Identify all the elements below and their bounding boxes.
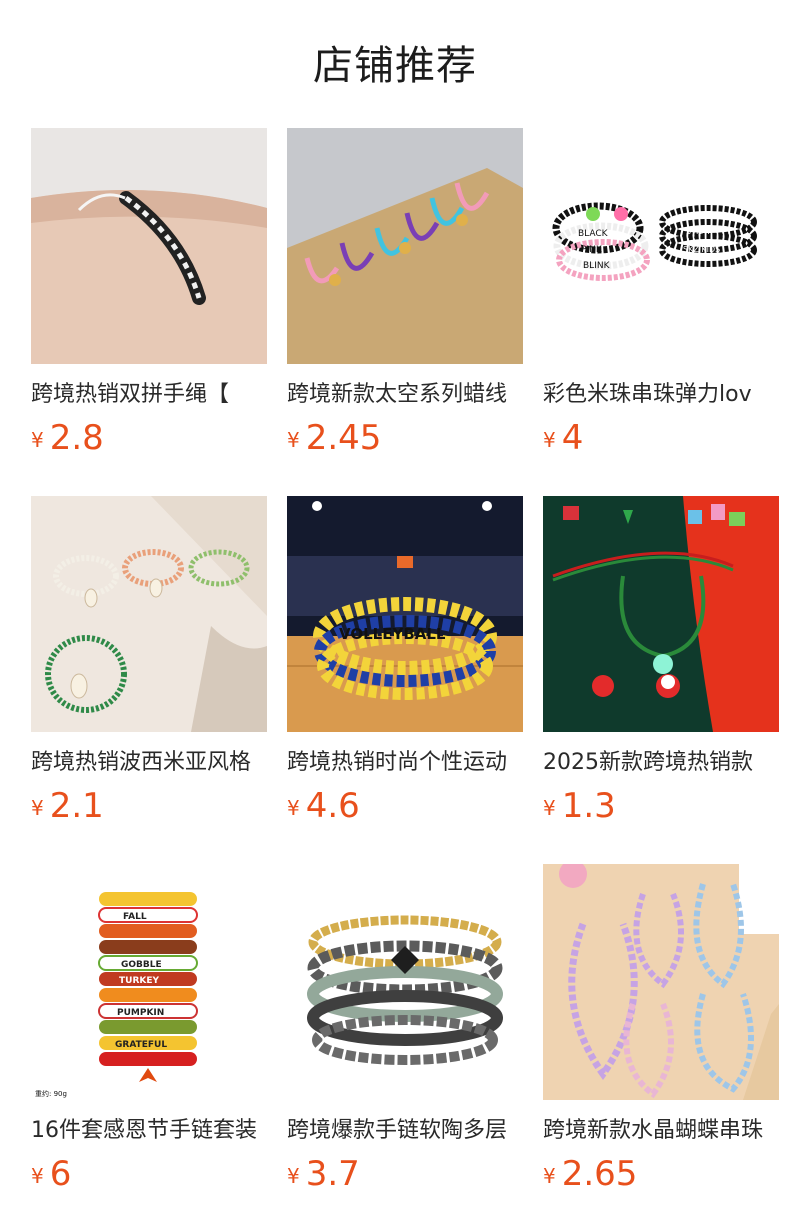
product-price: ¥1.3 [543, 786, 779, 826]
product-name[interactable]: 跨境新款太空系列蜡线 [287, 380, 523, 410]
price-amount: 2.8 [49, 418, 104, 458]
product-image-shell-bohemian-bracelets[interactable] [31, 496, 267, 732]
product-card[interactable]: 跨境热销双拼手绳【 ¥2.8 [31, 128, 267, 464]
product-name[interactable]: 16件套感恩节手链套装 [31, 1116, 267, 1146]
weight-label: 重约: 90g [35, 1089, 67, 1098]
product-name[interactable]: 彩色米珠串珠弹力lov [543, 380, 779, 410]
currency-symbol: ¥ [31, 796, 44, 820]
product-price: ¥2.1 [31, 786, 267, 826]
price-amount: 2.65 [561, 1154, 638, 1194]
currency-symbol: ¥ [287, 1164, 300, 1188]
product-name[interactable]: 跨境热销波西米亚风格 [31, 748, 267, 778]
product-image-letter-bead-bracelets[interactable]: BLACK PINK BLINK STRAY SKZ KIDS [543, 128, 779, 364]
product-card[interactable]: FALL GOBBLE TURKEY PUMPKIN GRATEFUL 重约: … [31, 864, 267, 1200]
product-price: ¥4.6 [287, 786, 523, 826]
product-price: ¥2.45 [287, 418, 523, 458]
product-card[interactable]: 跨境热销波西米亚风格 ¥2.1 [31, 496, 267, 832]
bead-word: GOBBLE [121, 960, 162, 970]
product-card[interactable]: 跨境爆款手链软陶多层 ¥3.7 [287, 864, 523, 1200]
store-recommendations-page: 店铺推荐 跨境热销双拼手绳【 ¥2.8 跨境新款太空系列蜡线 ¥ 2.45 BL… [0, 0, 790, 1232]
price-amount: 2.1 [49, 786, 104, 826]
product-name[interactable]: 跨境爆款手链软陶多层 [287, 1116, 523, 1146]
product-image-colorful-cord-bracelets[interactable] [287, 128, 523, 364]
currency-symbol: ¥ [543, 428, 556, 452]
bead-word: BLACK [578, 229, 609, 239]
product-image-christmas-cord-bracelet[interactable] [543, 496, 779, 732]
product-card[interactable]: VOLLEYBALL 跨境热销时尚个性运动 ¥4.6 [287, 496, 523, 832]
product-image-thanksgiving-bracelet-stack[interactable]: FALL GOBBLE TURKEY PUMPKIN GRATEFUL 重约: … [31, 864, 267, 1100]
bead-word: PUMPKIN [117, 1008, 164, 1018]
product-card[interactable]: 跨境新款水晶蝴蝶串珠 ¥2.65 [543, 864, 779, 1200]
product-name[interactable]: 跨境热销时尚个性运动 [287, 748, 523, 778]
product-card[interactable]: 2025新款跨境热销款 ¥1.3 [543, 496, 779, 832]
currency-symbol: ¥ [543, 1164, 556, 1188]
section-title: 店铺推荐 [313, 43, 477, 89]
product-image-polymer-clay-bracelets[interactable] [287, 864, 523, 1100]
product-price: ¥6 [31, 1154, 267, 1194]
product-name[interactable]: 跨境热销双拼手绳【 [31, 380, 267, 410]
product-image-crystal-butterfly-phone-chains[interactable] [543, 864, 779, 1100]
currency-symbol: ¥ [31, 428, 44, 452]
product-grid: 跨境热销双拼手绳【 ¥2.8 跨境新款太空系列蜡线 ¥ 2.45 BLACK P… [31, 128, 779, 1200]
product-image-black-white-braided-bracelet[interactable] [31, 128, 267, 364]
bead-word: STRAY [686, 227, 711, 236]
bead-word: GRATEFUL [115, 1040, 167, 1050]
currency-symbol: ¥ [287, 796, 300, 820]
bead-word: TURKEY [119, 976, 159, 986]
product-image-volleyball-bead-bracelets[interactable]: VOLLEYBALL [287, 496, 523, 732]
price-amount: 3.7 [305, 1154, 360, 1194]
price-amount: 4.6 [305, 786, 360, 826]
product-price: ¥4 [543, 418, 779, 458]
bead-word: BLINK [583, 261, 611, 271]
bead-word: FALL [123, 912, 147, 922]
price-amount: 6 [49, 1154, 72, 1194]
volleyball-text: VOLLEYBALL [339, 625, 446, 643]
product-card[interactable]: 跨境新款太空系列蜡线 ¥2.45 [287, 128, 523, 464]
bead-word: PINK [581, 245, 603, 255]
price-amount: 4 [561, 418, 584, 458]
price-amount: 1.3 [561, 786, 616, 826]
product-name[interactable]: 跨境新款水晶蝴蝶串珠 [543, 1116, 779, 1146]
bead-word: SKZ KIDS [683, 245, 720, 254]
price-amount: 2.45 [305, 418, 382, 458]
currency-symbol: ¥ [31, 1164, 44, 1188]
product-card[interactable]: BLACK PINK BLINK STRAY SKZ KIDS 彩色米珠串珠弹力… [543, 128, 779, 464]
product-name[interactable]: 2025新款跨境热销款 [543, 748, 779, 778]
product-price: ¥2.65 [543, 1154, 779, 1194]
product-price: ¥3.7 [287, 1154, 523, 1194]
currency-symbol: ¥ [543, 796, 556, 820]
currency-symbol: ¥ [287, 428, 300, 452]
product-price: ¥2.8 [31, 418, 267, 458]
